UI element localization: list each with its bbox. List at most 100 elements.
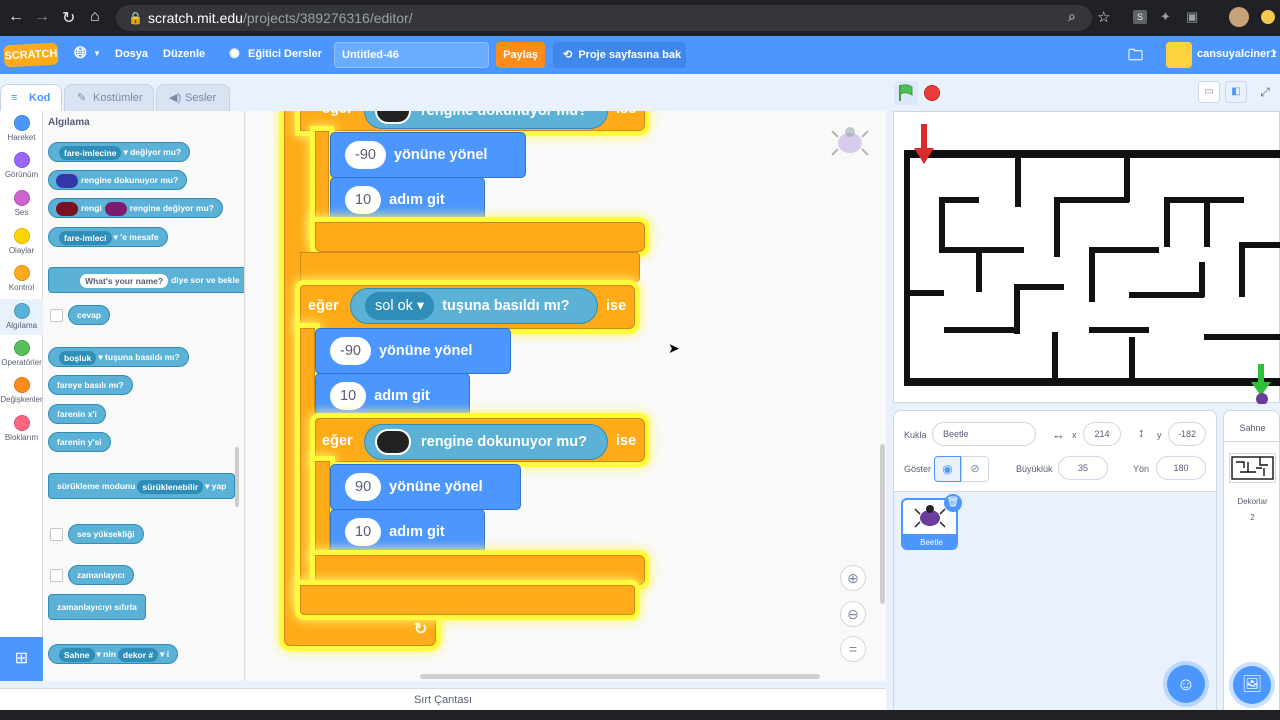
tab-code[interactable]: ≡ Kod bbox=[0, 84, 62, 112]
backpack-bar[interactable]: Sırt Çantası bbox=[0, 688, 886, 710]
direction-input[interactable]: 90 bbox=[345, 473, 382, 502]
update-dot-icon[interactable] bbox=[1261, 10, 1275, 24]
point-direction-block[interactable]: 90 yönüne yönel bbox=[330, 464, 521, 510]
folder-icon[interactable]: 🗀 bbox=[1128, 45, 1143, 70]
category-events[interactable]: Olaylar bbox=[0, 228, 43, 255]
block-mouse-x[interactable]: farenin x'i bbox=[48, 404, 106, 424]
block-dropdown[interactable]: boşluk bbox=[59, 350, 97, 365]
extension-icon[interactable]: ✦ bbox=[1160, 9, 1171, 25]
share-button[interactable]: Paylaş bbox=[496, 42, 545, 68]
block-set-drag-mode[interactable]: sürükleme modunu sürüklenebilir ▾ yap bbox=[48, 473, 236, 499]
block-answer[interactable]: cevap bbox=[68, 305, 111, 325]
point-direction-block[interactable]: -90 yönüne yönel bbox=[315, 328, 511, 374]
bookmark-star-icon[interactable]: ☆ bbox=[1097, 8, 1110, 26]
category-motion[interactable]: Hareket bbox=[0, 115, 43, 142]
color-swatch[interactable] bbox=[56, 201, 78, 216]
block-color-touching-color[interactable]: rengi rengine değiyor mu? bbox=[48, 198, 223, 218]
block-distance-to[interactable]: fare-imleci ▾ 'e mesafe bbox=[48, 227, 168, 247]
stop-icon[interactable] bbox=[924, 85, 940, 101]
zoom-out-icon[interactable]: ⊖ bbox=[840, 601, 866, 627]
category-sensing[interactable]: Algılama bbox=[0, 299, 43, 335]
user-avatar[interactable] bbox=[1166, 42, 1192, 68]
see-project-page-button[interactable]: ⟲ Proje sayfasına bak bbox=[553, 42, 686, 68]
y-input[interactable]: -182 bbox=[1168, 422, 1206, 446]
block-touching-color[interactable]: rengine dokunuyor mu? bbox=[48, 170, 188, 190]
delete-sprite-icon[interactable]: 🗑︎ bbox=[944, 494, 962, 512]
move-steps-block[interactable]: 10 adım git bbox=[330, 177, 485, 223]
checkbox[interactable] bbox=[50, 569, 63, 582]
block-reset-timer[interactable]: zamanlayıcıyı sıfırla bbox=[48, 594, 146, 620]
address-bar[interactable]: 🔒 scratch.mit.edu/projects/389276316/edi… bbox=[116, 5, 1092, 31]
color-swatch[interactable] bbox=[56, 173, 78, 188]
zoom-icon[interactable]: ⌕ bbox=[1068, 8, 1076, 25]
backdrop-thumbnail[interactable] bbox=[1229, 453, 1276, 483]
profile-avatar[interactable] bbox=[1229, 7, 1249, 27]
user-caret-icon[interactable]: ▼ bbox=[1271, 50, 1278, 57]
hide-eye-icon[interactable]: ⊘ bbox=[961, 456, 989, 482]
project-title-input[interactable]: Untitled-46 bbox=[334, 42, 489, 68]
direction-input[interactable]: 180 bbox=[1156, 456, 1206, 480]
edit-menu[interactable]: Düzenle bbox=[163, 48, 205, 60]
tutorials-menu[interactable]: Eğitici Dersler bbox=[248, 48, 322, 60]
zoom-in-icon[interactable]: ⊕ bbox=[840, 565, 866, 591]
block-mouse-down[interactable]: fareye basılı mı? bbox=[48, 375, 133, 395]
category-looks[interactable]: Görünüm bbox=[0, 152, 43, 179]
script-area[interactable]: ↻ eğer rengine dokunuyor mu? ise -90 yönü… bbox=[246, 111, 886, 681]
tab-sounds[interactable]: ◀) Sesler bbox=[156, 84, 230, 112]
add-sprite-icon[interactable]: ☺ bbox=[1167, 665, 1205, 703]
category-my-blocks[interactable]: Bloklarım bbox=[0, 415, 43, 442]
steps-input[interactable]: 10 bbox=[330, 382, 367, 411]
large-stage-icon[interactable]: ◧ bbox=[1225, 81, 1247, 103]
username[interactable]: cansuyalciner1 bbox=[1197, 48, 1277, 60]
block-mouse-y[interactable]: farenin y'si bbox=[48, 432, 111, 452]
globe-icon[interactable]: 🌐︎ bbox=[74, 45, 87, 63]
point-direction-block[interactable]: -90 yönüne yönel bbox=[330, 132, 526, 178]
block-loudness[interactable]: ses yüksekliği bbox=[68, 524, 144, 544]
block-dropdown[interactable]: fare-imleci bbox=[59, 230, 112, 245]
show-eye-icon[interactable]: ◉ bbox=[934, 456, 961, 482]
block-of-attribute[interactable]: Sahne ▾ nin dekor # ▾ i bbox=[48, 644, 179, 664]
stage-canvas[interactable] bbox=[893, 111, 1280, 405]
extension-s-icon[interactable]: S bbox=[1133, 10, 1147, 24]
checkbox[interactable] bbox=[50, 309, 63, 322]
category-sound[interactable]: Ses bbox=[0, 190, 43, 217]
x-input[interactable]: 214 bbox=[1083, 422, 1121, 446]
home-icon[interactable]: ⌂ bbox=[90, 8, 100, 26]
add-backdrop-icon[interactable]: 🖼︎ bbox=[1233, 666, 1271, 704]
block-dropdown[interactable]: dekor # bbox=[117, 647, 159, 662]
scratch-logo[interactable]: SCRATCH bbox=[3, 42, 59, 68]
zoom-reset-icon[interactable]: = bbox=[840, 636, 866, 662]
color-swatch[interactable] bbox=[375, 429, 411, 456]
key-dropdown[interactable]: sol ok ▾ bbox=[365, 292, 435, 321]
block-timer[interactable]: zamanlayıcı bbox=[68, 565, 134, 585]
touching-color-condition[interactable]: rengine dokunuyor mu? bbox=[364, 424, 608, 460]
steps-input[interactable]: 10 bbox=[345, 518, 382, 547]
sprite-name-input[interactable]: Beetle bbox=[932, 422, 1036, 446]
size-input[interactable]: 35 bbox=[1058, 456, 1108, 480]
direction-input[interactable]: -90 bbox=[330, 337, 371, 366]
block-input[interactable]: What's your name? bbox=[80, 273, 169, 288]
fullscreen-icon[interactable]: ⤢ bbox=[1254, 81, 1276, 103]
steps-input[interactable]: 10 bbox=[345, 186, 382, 215]
puzzle-icon[interactable]: ▣ bbox=[1186, 9, 1198, 25]
palette-scrollbar[interactable] bbox=[235, 447, 239, 507]
direction-input[interactable]: -90 bbox=[345, 141, 386, 170]
category-variables[interactable]: Değişkenler bbox=[0, 377, 43, 404]
vertical-scrollbar[interactable] bbox=[880, 444, 885, 604]
file-menu[interactable]: Dosya bbox=[115, 48, 148, 60]
block-dropdown[interactable]: Sahne bbox=[59, 647, 95, 662]
block-key-pressed[interactable]: boşluk ▾ tuşuna basıldı mı? bbox=[48, 347, 189, 367]
forward-icon[interactable]: → bbox=[34, 8, 50, 26]
category-control[interactable]: Kontrol bbox=[0, 265, 43, 292]
block-ask-and-wait[interactable]: What's your name? diye sor ve bekle bbox=[48, 267, 244, 293]
reload-icon[interactable]: ↻ bbox=[62, 8, 75, 28]
block-touching[interactable]: fare-imlecine ▾ değiyor mu? bbox=[48, 142, 191, 162]
tab-costumes[interactable]: ✎ Kostümler bbox=[64, 84, 154, 112]
extensions-button[interactable]: ⊞ bbox=[0, 637, 43, 681]
move-steps-block[interactable]: 10 adım git bbox=[330, 509, 485, 555]
block-dropdown[interactable]: fare-imlecine bbox=[59, 145, 122, 160]
small-stage-icon[interactable]: ▭ bbox=[1198, 81, 1220, 103]
back-icon[interactable]: ← bbox=[8, 8, 24, 26]
green-flag-button[interactable] bbox=[894, 81, 918, 105]
move-steps-block[interactable]: 10 adım git bbox=[315, 373, 470, 419]
